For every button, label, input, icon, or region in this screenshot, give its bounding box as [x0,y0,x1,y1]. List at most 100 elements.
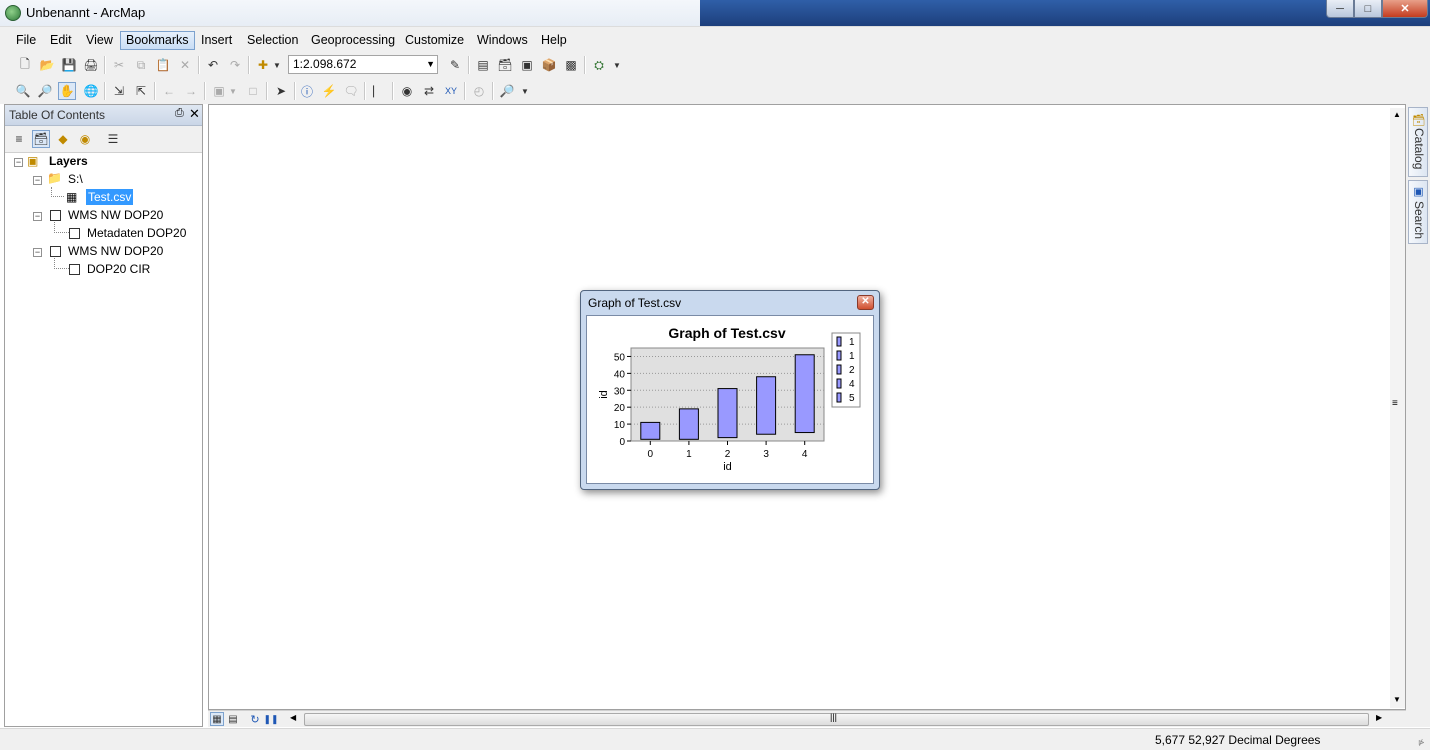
metadata-visibility-checkbox[interactable] [69,228,80,239]
delete-icon[interactable]: ✕ [176,56,194,74]
forward-arrow-icon[interactable]: → [182,82,200,100]
fixed-zoom-in-icon[interactable]: ⇲ [110,82,128,100]
copy-icon[interactable]: ⧉ [132,56,150,74]
wms2-visibility-checkbox[interactable] [50,246,61,257]
scroll-grip-icon[interactable]: ≡ [1392,398,1398,409]
map-scale-combo[interactable]: 1:2.098.672 ▼ [288,55,438,74]
collapse-layers-icon[interactable]: − [14,158,23,167]
time-slider-icon[interactable]: ◴ [470,82,488,100]
list-by-visibility-icon[interactable]: ◆ [54,130,72,148]
back-arrow-icon[interactable]: ← [160,82,178,100]
cir-visibility-checkbox[interactable] [69,264,80,275]
close-button[interactable]: ✕ [1382,0,1428,18]
python-window-icon[interactable]: ▩ [562,56,580,74]
list-by-drawing-order-icon[interactable]: ≡ [10,130,28,148]
close-icon[interactable]: ✕ [189,106,200,122]
search-dock-tab[interactable]: ▣ Search [1408,180,1428,244]
layout-view-icon[interactable]: ▤ [226,712,240,726]
add-data-dropdown-icon[interactable]: ▼ [272,56,282,74]
y-tick-label: 30 [614,386,626,397]
menu-view[interactable]: View [81,31,118,50]
hyperlink-icon[interactable]: ⚡ [320,82,338,100]
pan-hand-icon[interactable]: ✋ [58,82,76,100]
pin-icon[interactable]: ⎙ [175,107,184,120]
select-dropdown-icon[interactable]: ▼ [228,82,238,100]
data-view-icon[interactable]: ▦ [210,712,224,726]
menu-insert[interactable]: Insert [196,31,237,50]
maximize-button[interactable]: □ [1354,0,1382,18]
collapse-wms2-icon[interactable]: − [33,248,42,257]
scroll-up-arrow-icon[interactable]: ▲ [1393,110,1401,119]
vertical-scrollbar[interactable]: ▲ ≡ ▼ [1390,108,1405,708]
identify-icon[interactable]: ⓘ [298,82,316,100]
full-extent-globe-icon[interactable]: 🌐 [82,82,100,100]
menu-selection[interactable]: Selection [242,31,303,50]
tools-toolbar-options-icon[interactable]: ▼ [520,82,530,100]
create-viewer-icon[interactable]: 🔎 [498,82,516,100]
menu-geoprocessing[interactable]: Geoprocessing [306,31,400,50]
collapse-folder-icon[interactable]: − [33,176,42,185]
menu-help[interactable]: Help [536,31,572,50]
dialog-close-button[interactable]: ✕ [857,295,874,310]
wms1-visibility-checkbox[interactable] [50,210,61,221]
cir-layer-label[interactable]: DOP20 CIR [87,261,150,277]
cut-icon[interactable]: ✂ [110,56,128,74]
collapse-wms1-icon[interactable]: − [33,212,42,221]
minimize-button[interactable]: ─ [1326,0,1354,18]
find-binoculars-icon[interactable]: ◉ [398,82,416,100]
refresh-icon[interactable]: ↻ [248,712,262,726]
catalog-window-icon[interactable]: 🗃 [496,56,514,74]
toc-options-icon[interactable]: ☰ [104,130,122,148]
fixed-zoom-out-icon[interactable]: ⇱ [132,82,150,100]
open-folder-icon[interactable]: 📂 [38,56,56,74]
menu-file[interactable]: File [11,31,41,50]
layers-root-label[interactable]: Layers [49,153,88,169]
graph-dialog[interactable]: Graph of Test.csv ✕ Graph of Test.csv 0 10… [580,290,880,490]
scroll-left-arrow-icon[interactable]: ◀ [290,713,296,722]
menu-edit[interactable]: Edit [45,31,77,50]
menu-customize[interactable]: Customize [400,31,469,50]
arctoolbox-icon[interactable]: 📦 [540,56,558,74]
find-route-icon[interactable]: ⇄ [420,82,438,100]
chart-title: Graph of Test.csv [668,325,785,341]
wms1-layer-label[interactable]: WMS NW DOP20 [68,207,163,223]
search-window-icon[interactable]: ▣ [518,56,536,74]
select-features-icon[interactable]: ▣ [210,82,228,100]
x-tick-label: 0 [648,449,654,460]
list-by-selection-icon[interactable]: ◉ [76,130,94,148]
print-icon[interactable]: 🖨 [82,56,100,74]
list-by-source-icon[interactable]: 🗃 [32,130,50,148]
pause-drawing-icon[interactable]: ❚❚ [263,712,278,726]
dialog-title: Graph of Test.csv [588,296,682,310]
clear-selection-icon[interactable]: □ [244,82,262,100]
map-bottom-bar: ▦ ▤ ↻ ❚❚ ◀ ||| ▶ [208,710,1406,727]
model-builder-icon[interactable]: ⛭ [590,56,608,74]
save-icon[interactable]: 💾 [60,56,78,74]
measure-ruler-icon[interactable]: ⎸ [370,82,388,100]
menu-windows[interactable]: Windows [472,31,533,50]
test-csv-table-item[interactable]: Test.csv [86,189,134,205]
scroll-right-arrow-icon[interactable]: ▶ [1376,713,1382,722]
zoom-out-icon[interactable]: 🔎 [36,82,54,100]
toolbar-options-icon[interactable]: ▼ [612,56,622,74]
folder-label[interactable]: S:\ [68,171,83,187]
add-data-icon[interactable]: ✚ [254,56,272,74]
map-scale-value: 1:2.098.672 [293,57,357,71]
paste-icon[interactable]: 📋 [154,56,172,74]
chevron-down-icon[interactable]: ▼ [426,56,435,73]
editor-toolbar-icon[interactable]: ✎ [446,56,464,74]
catalog-dock-tab[interactable]: 🗃 Catalog [1408,107,1428,177]
menu-bookmarks[interactable]: Bookmarks [120,31,195,50]
scroll-down-arrow-icon[interactable]: ▼ [1393,695,1401,704]
metadata-layer-label[interactable]: Metadaten DOP20 [87,225,186,241]
resize-grip-icon[interactable]: ⋫ [1418,738,1425,747]
undo-icon[interactable]: ↶ [204,56,222,74]
zoom-in-icon[interactable]: 🔍 [14,82,32,100]
toc-window-icon[interactable]: ▤ [474,56,492,74]
wms2-layer-label[interactable]: WMS NW DOP20 [68,243,163,259]
html-popup-icon[interactable]: 🗨 [342,82,360,100]
select-elements-arrow-icon[interactable]: ➤ [272,82,290,100]
redo-icon[interactable]: ↷ [226,56,244,74]
go-to-xy-icon[interactable]: XY [442,82,460,100]
new-document-icon[interactable]: 🗋 [16,56,34,74]
